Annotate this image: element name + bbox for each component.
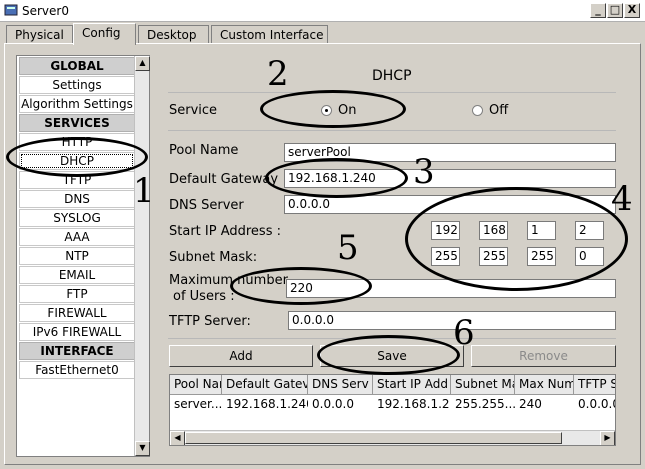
minimize-button[interactable]: _ [590, 3, 606, 18]
save-button[interactable]: Save [320, 345, 464, 367]
close-button[interactable]: X [624, 3, 640, 18]
sidebar-header-services: SERVICES [19, 114, 135, 132]
sidebar-item-fastethernet0[interactable]: FastEthernet0 [19, 361, 135, 379]
sidebar-item-email[interactable]: EMAIL [19, 266, 135, 284]
pool-name-label: Pool Name [169, 143, 239, 158]
sidebar-item-algorithm-settings[interactable]: Algorithm Settings [19, 95, 135, 113]
tab-custom-interface[interactable]: Custom Interface [211, 25, 328, 44]
subnet-mask-octet-1[interactable]: 255 [431, 247, 460, 266]
sidebar-item-tftp[interactable]: TFTP [19, 171, 135, 189]
column-header-default-gateway[interactable]: Default Gatev [222, 375, 308, 395]
scroll-down-icon[interactable]: ▼ [135, 441, 150, 456]
sidebar-item-firewall[interactable]: FIREWALL [19, 304, 135, 322]
divider [168, 338, 616, 339]
column-header-dns-server[interactable]: DNS Serv [308, 375, 373, 395]
scroll-left-icon[interactable]: ◀ [170, 431, 185, 445]
default-gateway-input[interactable]: 192.168.1.240 [284, 169, 616, 188]
max-users-label: Maximum number [169, 273, 288, 288]
column-header-subnet-mask[interactable]: Subnet Ma [451, 375, 515, 395]
service-off-label[interactable]: Off [489, 103, 508, 118]
start-ip-octet-4[interactable]: 2 [575, 221, 604, 240]
sidebar-item-ipv6-firewall[interactable]: IPv6 FIREWALL [19, 323, 135, 341]
sidebar-item-settings[interactable]: Settings [19, 76, 135, 94]
service-off-radio[interactable] [472, 105, 483, 116]
scroll-right-icon[interactable]: ▶ [600, 431, 615, 445]
sidebar-item-http[interactable]: HTTP [19, 133, 135, 151]
start-ip-label: Start IP Address : [169, 224, 281, 239]
scroll-up-icon[interactable]: ▲ [135, 56, 150, 71]
maximize-button[interactable]: □ [607, 3, 623, 18]
column-header-pool-name[interactable]: Pool Nar [170, 375, 222, 395]
tftp-server-label: TFTP Server: [169, 314, 251, 329]
subnet-mask-octet-3[interactable]: 255 [527, 247, 556, 266]
table-cell[interactable]: 255.255.... [451, 395, 515, 415]
table-cell[interactable]: 0.0.0.0 [574, 395, 615, 415]
tftp-server-input[interactable]: 0.0.0.0 [288, 311, 616, 330]
sidebar-item-dns[interactable]: DNS [19, 190, 135, 208]
column-header-start-ip[interactable]: Start IP Add [373, 375, 451, 395]
sidebar-item-ftp[interactable]: FTP [19, 285, 135, 303]
service-label: Service [169, 103, 218, 118]
default-gateway-label: Default Gateway [169, 172, 279, 187]
sidebar-header-global: GLOBAL [19, 57, 135, 75]
table-cell[interactable]: 192.168.1.2 [373, 395, 451, 415]
pool-name-input[interactable]: serverPool [284, 143, 616, 162]
service-on-radio[interactable] [321, 105, 332, 116]
pool-table: Pool Nar Default Gatev DNS Serv Start IP… [169, 374, 616, 446]
divider [168, 130, 616, 131]
max-users-label-line2: of Users : [173, 289, 235, 304]
table-cell[interactable]: 192.168.1.240 [222, 395, 308, 415]
table-cell[interactable]: 240 [515, 395, 574, 415]
table-horizontal-scrollbar[interactable]: ◀ ▶ [170, 430, 615, 445]
dns-server-label: DNS Server [169, 198, 244, 213]
start-ip-octet-2[interactable]: 168 [479, 221, 508, 240]
sidebar-item-dhcp[interactable]: DHCP [19, 152, 135, 170]
config-sidebar: GLOBAL Settings Algorithm Settings SERVI… [16, 55, 150, 457]
scrollbar-thumb[interactable] [185, 432, 562, 444]
sidebar-header-interface: INTERFACE [19, 342, 135, 360]
tab-physical[interactable]: Physical [6, 25, 73, 44]
window-titlebar: Server0 _ □ X [0, 0, 645, 22]
max-users-input[interactable]: 220 [286, 279, 616, 298]
tab-config[interactable]: Config [73, 23, 136, 45]
sidebar-item-aaa[interactable]: AAA [19, 228, 135, 246]
sidebar-item-ntp[interactable]: NTP [19, 247, 135, 265]
sidebar-scrollbar[interactable]: ▲ ▼ [134, 56, 150, 456]
table-cell[interactable]: 0.0.0.0 [308, 395, 373, 415]
dns-server-input[interactable]: 0.0.0.0 [284, 195, 616, 214]
subnet-mask-label: Subnet Mask: [169, 250, 258, 265]
divider [168, 92, 616, 93]
window-title: Server0 [22, 4, 69, 18]
column-header-max-users[interactable]: Max Num [515, 375, 574, 395]
remove-button[interactable]: Remove [471, 345, 616, 367]
app-icon [4, 4, 18, 16]
start-ip-octet-1[interactable]: 192 [431, 221, 460, 240]
dhcp-heading: DHCP [372, 68, 412, 84]
add-button[interactable]: Add [169, 345, 313, 367]
sidebar-item-syslog[interactable]: SYSLOG [19, 209, 135, 227]
start-ip-octet-3[interactable]: 1 [527, 221, 556, 240]
tab-desktop[interactable]: Desktop [138, 25, 209, 44]
table-cell[interactable]: server... [170, 395, 222, 415]
service-on-label[interactable]: On [338, 103, 356, 118]
column-header-tftp-server[interactable]: TFTP S [574, 375, 615, 395]
subnet-mask-octet-2[interactable]: 255 [479, 247, 508, 266]
subnet-mask-octet-4[interactable]: 0 [575, 247, 604, 266]
